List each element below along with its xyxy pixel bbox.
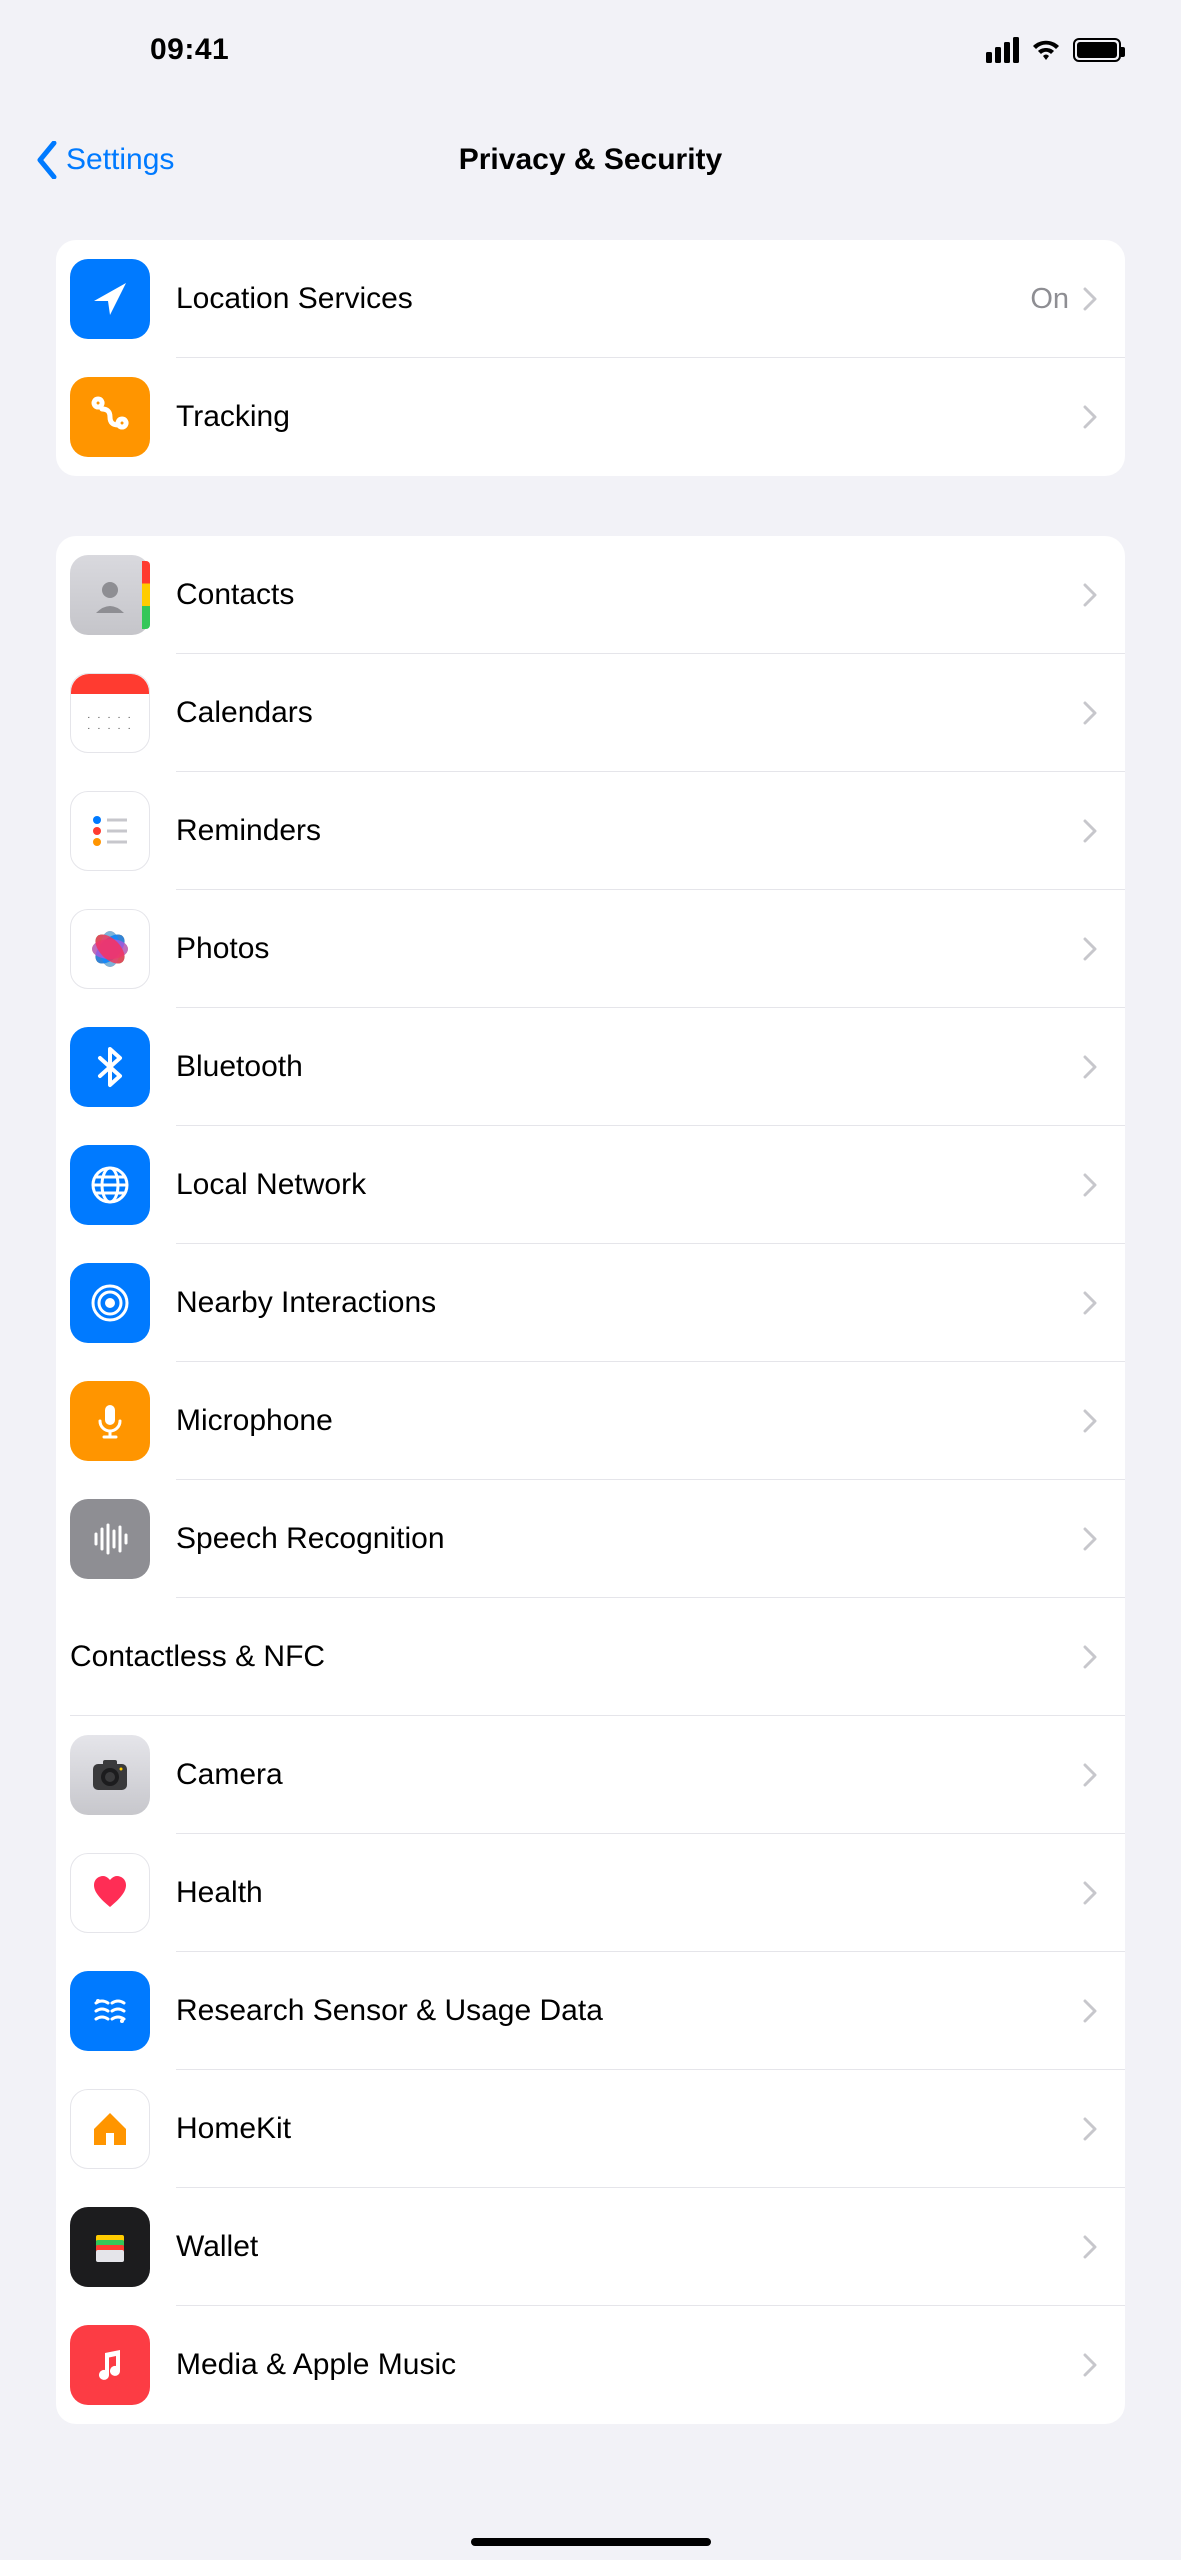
row-wallet[interactable]: Wallet (56, 2188, 1125, 2306)
chevron-right-icon (1083, 1645, 1097, 1669)
row-contactless-nfc[interactable]: Contactless & NFC (56, 1598, 1125, 1716)
settings-group-1: Location Services On Tracking (56, 240, 1125, 476)
reminders-icon (70, 791, 150, 871)
row-label: Media & Apple Music (176, 2348, 1083, 2382)
bluetooth-icon (70, 1027, 150, 1107)
wallet-icon (70, 2207, 150, 2287)
row-bluetooth[interactable]: Bluetooth (56, 1008, 1125, 1126)
row-label: HomeKit (176, 2112, 1083, 2146)
microphone-icon (70, 1381, 150, 1461)
status-indicators (986, 37, 1121, 63)
row-label: Microphone (176, 1404, 1083, 1438)
row-tracking[interactable]: Tracking (56, 358, 1125, 476)
row-label: Camera (176, 1758, 1083, 1792)
chevron-right-icon (1083, 819, 1097, 843)
row-label: Health (176, 1876, 1083, 1910)
status-bar: 09:41 (0, 0, 1181, 100)
row-reminders[interactable]: Reminders (56, 772, 1125, 890)
row-label: Reminders (176, 814, 1083, 848)
row-photos[interactable]: Photos (56, 890, 1125, 1008)
location-arrow-icon (70, 259, 150, 339)
row-homekit[interactable]: HomeKit (56, 2070, 1125, 2188)
row-calendars[interactable]: · · · · ·· · · · · Calendars (56, 654, 1125, 772)
calendar-icon: · · · · ·· · · · · (70, 673, 150, 753)
wifi-icon (1031, 39, 1061, 61)
chevron-right-icon (1083, 405, 1097, 429)
chevron-right-icon (1083, 701, 1097, 725)
home-indicator[interactable] (471, 2538, 711, 2546)
status-time: 09:41 (150, 33, 229, 67)
chevron-right-icon (1083, 1055, 1097, 1079)
heart-icon (70, 1853, 150, 1933)
sensor-data-icon (70, 1971, 150, 2051)
row-local-network[interactable]: Local Network (56, 1126, 1125, 1244)
row-value: On (1030, 283, 1069, 316)
chevron-right-icon (1083, 2353, 1097, 2377)
row-health[interactable]: Health (56, 1834, 1125, 1952)
chevron-right-icon (1083, 2235, 1097, 2259)
row-speech-recognition[interactable]: Speech Recognition (56, 1480, 1125, 1598)
row-label: Contacts (176, 578, 1083, 612)
music-note-icon (70, 2325, 150, 2405)
row-media-apple-music[interactable]: Media & Apple Music (56, 2306, 1125, 2424)
row-label: Location Services (176, 282, 1030, 316)
chevron-right-icon (1083, 1999, 1097, 2023)
row-label: Local Network (176, 1168, 1083, 1202)
globe-icon (70, 1145, 150, 1225)
row-label: Contactless & NFC (70, 1640, 1083, 1674)
row-label: Tracking (176, 400, 1083, 434)
cellular-signal-icon (986, 37, 1019, 63)
row-research-sensor[interactable]: Research Sensor & Usage Data (56, 1952, 1125, 2070)
chevron-right-icon (1083, 937, 1097, 961)
row-label: Nearby Interactions (176, 1286, 1083, 1320)
photos-icon (70, 909, 150, 989)
chevron-right-icon (1083, 1291, 1097, 1315)
chevron-right-icon (1083, 287, 1097, 311)
back-button[interactable]: Settings (36, 141, 174, 179)
tracking-icon (70, 377, 150, 457)
navigation-bar: Settings Privacy & Security (0, 100, 1181, 220)
waveform-icon (70, 1499, 150, 1579)
chevron-right-icon (1083, 1763, 1097, 1787)
row-label: Calendars (176, 696, 1083, 730)
chevron-right-icon (1083, 1527, 1097, 1551)
camera-icon (70, 1735, 150, 1815)
row-microphone[interactable]: Microphone (56, 1362, 1125, 1480)
chevron-right-icon (1083, 2117, 1097, 2141)
row-label: Research Sensor & Usage Data (176, 1994, 1083, 2028)
row-camera[interactable]: Camera (56, 1716, 1125, 1834)
settings-group-2: Contacts · · · · ·· · · · · Calendars Re… (56, 536, 1125, 2424)
chevron-right-icon (1083, 1409, 1097, 1433)
chevron-right-icon (1083, 583, 1097, 607)
row-label: Wallet (176, 2230, 1083, 2264)
chevron-right-icon (1083, 1173, 1097, 1197)
back-label: Settings (66, 143, 174, 177)
home-icon (70, 2089, 150, 2169)
chevron-left-icon (36, 141, 60, 179)
row-nearby-interactions[interactable]: Nearby Interactions (56, 1244, 1125, 1362)
contacts-icon (70, 555, 150, 635)
row-label: Speech Recognition (176, 1522, 1083, 1556)
row-label: Bluetooth (176, 1050, 1083, 1084)
page-title: Privacy & Security (459, 143, 722, 177)
row-contacts[interactable]: Contacts (56, 536, 1125, 654)
chevron-right-icon (1083, 1881, 1097, 1905)
row-location-services[interactable]: Location Services On (56, 240, 1125, 358)
nearby-icon (70, 1263, 150, 1343)
row-label: Photos (176, 932, 1083, 966)
battery-icon (1073, 38, 1121, 62)
